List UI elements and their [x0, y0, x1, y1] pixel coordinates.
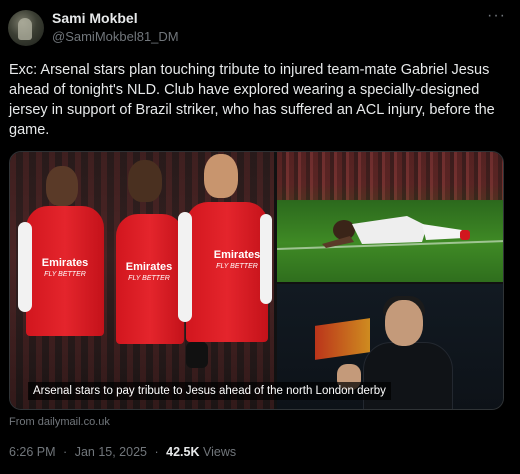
author-handle[interactable]: @SamiMokbel81_DM — [52, 29, 179, 44]
link-source[interactable]: From dailymail.co.uk — [9, 416, 110, 428]
meta-separator-2: · — [154, 445, 159, 459]
tweet-time[interactable]: 6:26 PM — [9, 445, 56, 459]
tweet-date[interactable]: Jan 15, 2025 — [75, 445, 147, 459]
image-caption: Arsenal stars to pay tribute to Jesus ah… — [28, 382, 391, 400]
more-horizontal-icon[interactable]: ··· — [487, 8, 506, 24]
tweet-text: Exc: Arsenal stars plan touching tribute… — [9, 62, 495, 138]
views-label: Views — [202, 445, 237, 459]
injured-player-photo — [277, 152, 503, 282]
tweet-meta: 6:26 PM · Jan 15, 2025 · 42.5K Views — [9, 445, 236, 459]
shirt-tagline-2: FLY BETTER — [128, 275, 170, 282]
shirt-tagline-3: FLY BETTER — [216, 263, 258, 270]
tweet: Sami Mokbel @SamiMokbel81_DM ··· Exc: Ar… — [0, 0, 520, 474]
shirt-sponsor-1: Emirates — [41, 257, 89, 269]
meta-separator: · — [63, 445, 68, 459]
players-photo: Emirates FLY BETTER Emirates FLY BETTER Em… — [10, 152, 274, 409]
shirt-tagline-1: FLY BETTER — [44, 271, 86, 278]
author-name[interactable]: Sami Mokbel — [52, 10, 138, 26]
lying-player-figure — [322, 216, 470, 248]
link-card-image[interactable]: Emirates FLY BETTER Emirates FLY BETTER Em… — [9, 151, 504, 410]
avatar[interactable] — [8, 10, 44, 46]
shirt-sponsor-2: Emirates — [125, 261, 173, 273]
shirt-sponsor-3: Emirates — [213, 249, 261, 261]
views-count: 42.5K — [166, 445, 200, 459]
